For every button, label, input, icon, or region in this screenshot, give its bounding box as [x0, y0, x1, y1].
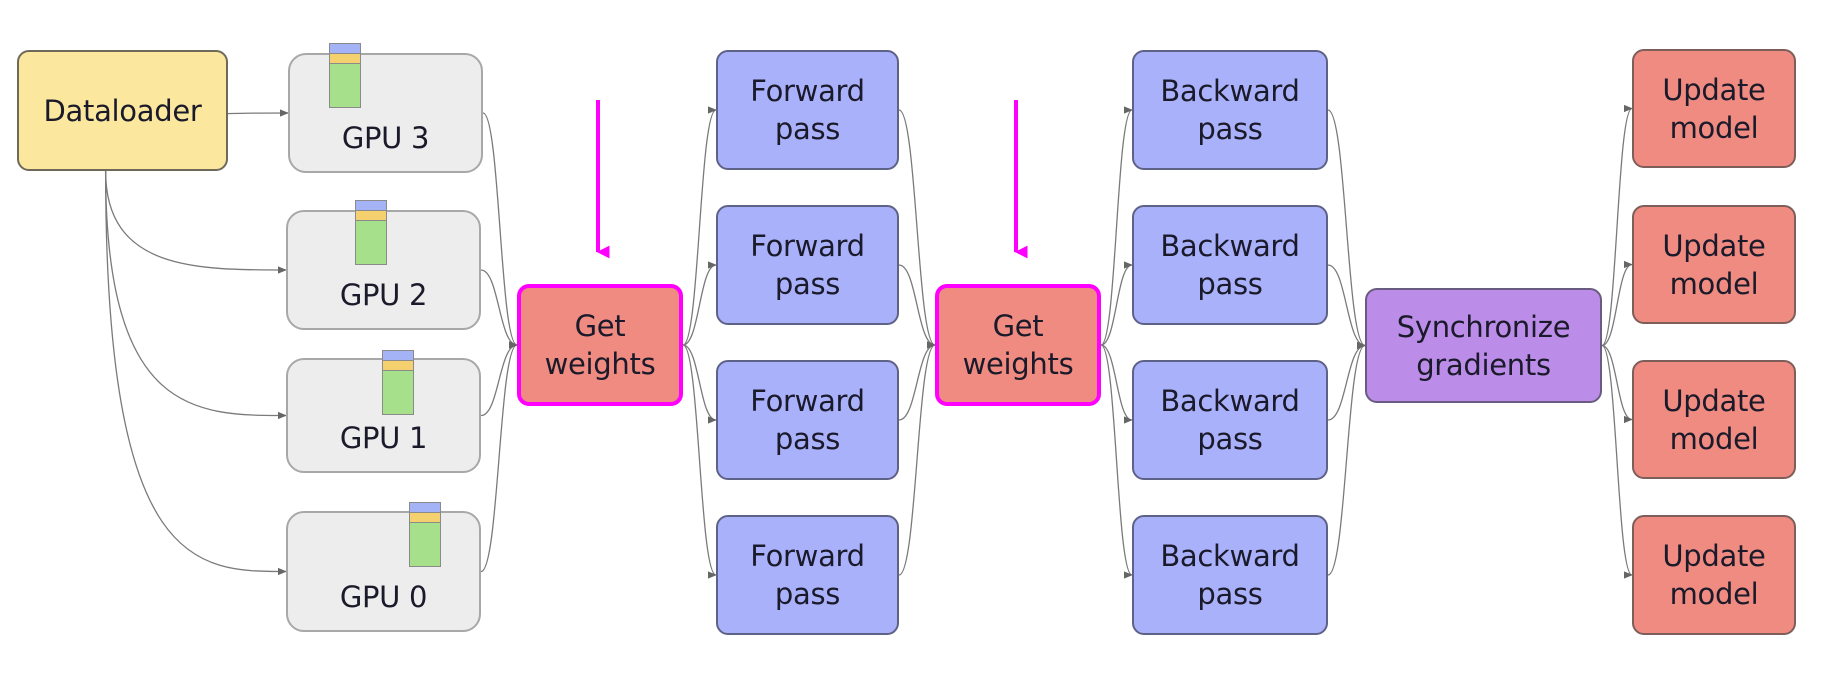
update-model-label: Update model: [1662, 383, 1766, 456]
update-model-node: Update model: [1632, 360, 1796, 479]
synchronize-gradients-label: Synchronize gradients: [1396, 309, 1571, 382]
get-weights-node-2: Get weights: [935, 284, 1101, 406]
gpu-0-node: GPU 0: [286, 511, 481, 632]
backward-pass-node: Backward pass: [1132, 205, 1328, 325]
edge-arrow: [682, 261, 717, 346]
backward-pass-label: Backward pass: [1160, 74, 1300, 146]
backward-pass-node: Backward pass: [1132, 360, 1328, 480]
edge-arrow: [104, 170, 287, 420]
edge-arrow: [1327, 264, 1366, 350]
update-model-node: Update model: [1632, 515, 1796, 635]
gpu-3-node: GPU 3: [288, 53, 483, 173]
edge-arrow: [1601, 344, 1633, 424]
edge-arrow: [682, 106, 717, 346]
batch-segment-green: [383, 371, 413, 414]
update-model-node: Update model: [1632, 49, 1796, 168]
synchronize-gradients-node: Synchronize gradients: [1365, 288, 1602, 403]
edge-arrow: [1100, 106, 1133, 346]
edge-arrow: [898, 341, 936, 576]
forward-pass-node: Forward pass: [716, 205, 899, 325]
edge-arrow: [898, 341, 936, 421]
batch-segment-blue: [330, 44, 360, 54]
forward-pass-node: Forward pass: [716, 515, 899, 635]
batch-stack-icon: [355, 200, 387, 265]
get-weights-node-1: Get weights: [517, 284, 683, 406]
batch-stack-icon: [329, 43, 361, 108]
batch-segment-green: [330, 64, 360, 107]
update-model-label: Update model: [1662, 228, 1766, 301]
backward-pass-label: Backward pass: [1160, 229, 1300, 301]
gpu-2-label: GPU 2: [339, 278, 428, 312]
edge-arrow: [1327, 341, 1366, 576]
batch-segment-blue: [410, 503, 440, 513]
forward-pass-node: Forward pass: [716, 360, 899, 480]
batch-segment-yellow: [383, 361, 413, 371]
dataloader-label: Dataloader: [43, 93, 202, 128]
edge-arrow: [480, 341, 518, 417]
forward-pass-node: Forward pass: [716, 50, 899, 170]
batch-segment-green: [356, 221, 386, 264]
edge-arrow: [1100, 261, 1133, 346]
edge-arrow: [682, 344, 717, 579]
batch-stack-icon: [382, 350, 414, 415]
batch-segment-yellow: [330, 54, 360, 64]
edge-arrow: [682, 344, 717, 424]
batch-segment-yellow: [356, 211, 386, 221]
dataloader-node: Dataloader: [17, 50, 228, 171]
gpu-3-label: GPU 3: [341, 121, 430, 155]
update-model-node: Update model: [1632, 205, 1796, 324]
edge-arrow: [1327, 341, 1366, 421]
backward-pass-node: Backward pass: [1132, 50, 1328, 170]
batch-segment-green: [410, 523, 440, 566]
get-weights-label: Get weights: [962, 309, 1074, 381]
edge-arrow: [1100, 344, 1133, 424]
edge-arrow: [898, 264, 936, 349]
gpu-1-label: GPU 1: [339, 421, 428, 455]
forward-pass-label: Forward pass: [750, 539, 865, 611]
get-weights-label: Get weights: [544, 309, 656, 381]
edge-arrow: [898, 109, 936, 349]
edge-arrow: [104, 170, 287, 576]
update-model-label: Update model: [1662, 72, 1766, 145]
edge-arrow: [1601, 260, 1633, 347]
forward-pass-label: Forward pass: [750, 229, 865, 301]
forward-pass-label: Forward pass: [750, 74, 865, 146]
batch-segment-blue: [356, 201, 386, 211]
edge-arrow: [1601, 104, 1633, 347]
gpu-0-label: GPU 0: [339, 580, 428, 614]
batch-segment-yellow: [410, 513, 440, 523]
batch-segment-blue: [383, 351, 413, 361]
edge-arrow: [104, 170, 287, 274]
forward-pass-label: Forward pass: [750, 384, 865, 456]
backward-pass-label: Backward pass: [1160, 384, 1300, 456]
backward-pass-node: Backward pass: [1132, 515, 1328, 635]
edge-arrow: [1327, 109, 1366, 350]
backward-pass-label: Backward pass: [1160, 539, 1300, 611]
update-model-label: Update model: [1662, 539, 1766, 611]
batch-stack-icon: [409, 502, 441, 567]
